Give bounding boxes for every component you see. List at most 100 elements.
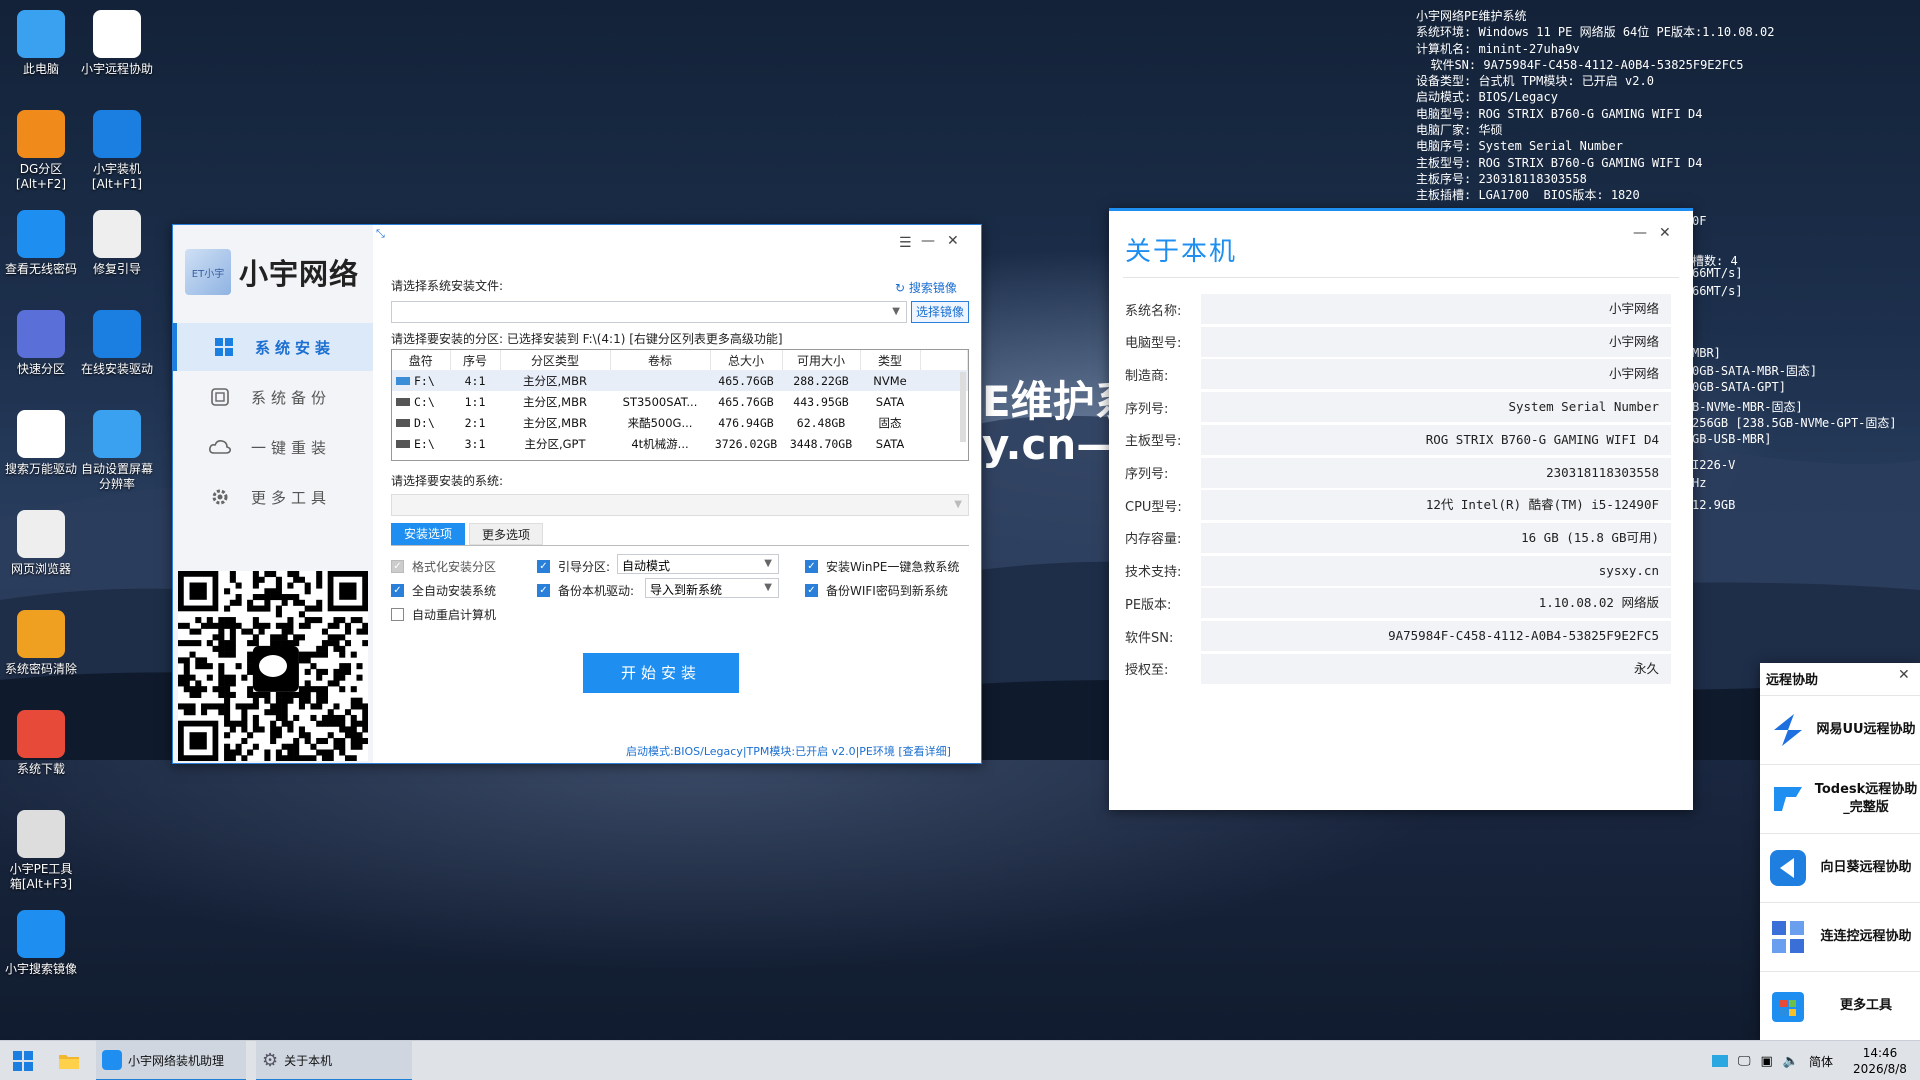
desktop-icon-universal-driver[interactable]: 搜索万能驱动 [0, 410, 82, 477]
column-header[interactable]: 盘符 [392, 350, 451, 370]
search-image-link[interactable]: ↻ 搜索镜像 [895, 279, 957, 296]
installer-app-icon [102, 1050, 122, 1070]
desktop-icon-installer[interactable]: 小宇装机 [Alt+F1] [76, 110, 158, 192]
nav-one-click-reinstall[interactable]: 一键重装 [173, 423, 373, 471]
windows-icon [213, 336, 235, 358]
remote-item-label: 更多工具 [1839, 997, 1892, 1013]
remote-item-todesk[interactable]: Todesk远程协助_完整版 [1760, 764, 1920, 832]
close-button[interactable]: ✕ [1659, 225, 1671, 241]
table-row[interactable]: F:\ 4:1 主分区,MBR 465.76GB 288.22GB NVMe [392, 370, 968, 391]
column-header[interactable]: 卷标 [610, 350, 711, 370]
tab-more-options[interactable]: 更多选项 [469, 523, 543, 545]
ime-indicator[interactable]: 简体 [1809, 1053, 1833, 1070]
table-cell: 主分区,MBR [523, 394, 587, 409]
volume-icon[interactable]: 🔈 [1783, 1054, 1799, 1069]
remote-item-netease-uu[interactable]: 网易UU远程协助 [1760, 695, 1920, 763]
column-header[interactable]: 总大小 [710, 350, 783, 370]
nav-more-tools[interactable]: 更多工具 [173, 473, 373, 521]
display-icon[interactable]: ▣ [1761, 1054, 1773, 1069]
clock-date: 2026/8/8 [1853, 1062, 1907, 1076]
desktop-icon-pe-toolbox[interactable]: 小宇PE工具 箱[Alt+F3] [0, 810, 82, 892]
select-image-button[interactable]: 选择镜像 [911, 301, 969, 323]
menu-icon[interactable]: ☰ [899, 235, 912, 251]
desktop-icon-wifi-password[interactable]: 查看无线密码 [0, 210, 82, 277]
device-icon[interactable]: 🖵 [1738, 1054, 1751, 1069]
desktop-icon-system-download[interactable]: 系统下载 [0, 710, 82, 777]
table-cell: F:\ [392, 370, 450, 391]
desktop-icon-web-browser[interactable]: 网页浏览器 [0, 510, 82, 577]
driver-import-select[interactable]: 导入到新系统 ▼ [645, 578, 779, 598]
sysinfo-line: 启动模式: BIOS/Legacy [1416, 90, 1558, 105]
windows-start-icon [13, 1051, 33, 1071]
table-cell: 固态 [878, 415, 902, 430]
install-winpe-checkbox[interactable]: ✓ 安装WinPE一键急救系统 [805, 558, 959, 575]
column-header[interactable]: 序号 [450, 350, 501, 370]
netease-uu-icon [1764, 706, 1812, 754]
desktop-icon-label: 系统下载 [16, 762, 65, 776]
auto-install-checkbox[interactable]: ✓ 全自动安装系统 [391, 582, 496, 599]
wifi-password-icon [17, 210, 65, 258]
remote-item-lianlian[interactable]: 连连控远程协助 [1760, 902, 1920, 970]
table-cell: SATA [875, 394, 905, 409]
about-value: System Serial Number [1201, 392, 1671, 423]
boot-mode-select[interactable]: 自动模式 ▼ [617, 554, 779, 574]
file-explorer-button[interactable] [52, 1041, 86, 1080]
remote-item-more-tools[interactable]: 更多工具 [1760, 971, 1920, 1039]
start-install-button[interactable]: 开始安装 [583, 653, 739, 693]
desktop-icon-boot-repair[interactable]: 修复引导 [76, 210, 158, 277]
taskbar-app-about[interactable]: ⚙ 关于本机 [256, 1041, 412, 1080]
expand-icon[interactable]: ⤡ [376, 227, 385, 241]
about-row: 软件SN: 9A75984F-C458-4112-A0B4-53825F9E2FC… [1125, 620, 1671, 652]
taskbar-app-installer[interactable]: 小宇网络装机助理 [96, 1041, 246, 1080]
nav-system-backup[interactable]: 系统备份 [173, 373, 373, 421]
tab-install-options[interactable]: 安装选项 [391, 523, 465, 545]
column-header[interactable]: 分区类型 [500, 350, 611, 370]
backup-driver-checkbox[interactable]: ✓ [537, 584, 550, 597]
sysinfo-line: 设备类型: 台式机 TPM模块: 已开启 v2.0 [1416, 74, 1654, 89]
table-cell: 465.76GB [718, 394, 774, 409]
desktop-icon-quick-partition[interactable]: 快速分区 [0, 310, 82, 377]
boot-partition-checkbox[interactable]: ✓ [537, 560, 550, 573]
desktop-icon-label: 查看无线密码 [4, 262, 77, 276]
about-key: 软件SN: [1125, 630, 1174, 646]
clock[interactable]: 14:46 2026/8/8 [1848, 1045, 1912, 1077]
desktop-icon-dg-partition[interactable]: DG分区 [Alt+F2] [0, 110, 82, 192]
desktop-icon-online-driver[interactable]: 在线安装驱动 [76, 310, 158, 377]
backup-wifi-checkbox[interactable]: ✓ 备份WIFI密码到新系统 [805, 582, 948, 599]
status-bar[interactable]: 启动模式:BIOS/Legacy|TPM模块:已开启 v2.0|PE环境 [查看… [626, 743, 951, 759]
desktop-icon-password-clear[interactable]: 系统密码清除 [0, 610, 82, 677]
partition-table[interactable]: 盘符 序号 分区类型 卷标 总大小 可用大小 类型 F:\ 4:1 主分区,MBR 465.76G… [391, 349, 969, 461]
desktop-icon-search-image[interactable]: 小宇搜索镜像 [0, 910, 82, 977]
about-value: ROG STRIX B760-G GAMING WIFI D4 [1201, 424, 1671, 455]
minimize-button[interactable]: — [1633, 225, 1647, 241]
table-row[interactable]: C:\ 1:1 主分区,MBR ST3500SAT... 465.76GB 443.95G… [392, 391, 968, 412]
chevron-down-icon: ▼ [764, 558, 772, 569]
system-select[interactable]: ▼ [391, 494, 969, 516]
table-row[interactable]: D:\ 2:1 主分区,MBR 来酷500G... 476.94GB 62.48GB 固态 [392, 412, 968, 433]
desktop-icon-label: 自动设置屏幕 分辨率 [80, 462, 153, 491]
close-button[interactable]: ✕ [1898, 667, 1910, 683]
remote-item-sunflower[interactable]: 向日葵远程协助 [1760, 833, 1920, 901]
minimize-button[interactable]: — [921, 233, 935, 249]
table-row[interactable]: E:\ 3:1 主分区,GPT 4t机械游... 3726.02GB 3448.70GB S… [392, 433, 968, 454]
desktop-icon-label: 搜索万能驱动 [4, 462, 77, 476]
close-button[interactable]: ✕ [947, 233, 959, 249]
start-button[interactable] [6, 1041, 40, 1080]
quick-partition-icon [17, 310, 65, 358]
column-header[interactable]: 可用大小 [782, 350, 861, 370]
desktop-icon-screen-resolution[interactable]: 自动设置屏幕 分辨率 [76, 410, 158, 492]
table-cell: D:\ [392, 412, 450, 433]
about-value: 1.10.08.02 网络版 [1201, 588, 1671, 619]
desktop-icon-this-pc[interactable]: 此电脑 [0, 10, 82, 77]
network-icon[interactable] [1712, 1055, 1728, 1067]
scrollbar[interactable] [960, 372, 966, 442]
about-key: CPU型号: [1125, 499, 1182, 515]
column-header[interactable]: 类型 [860, 350, 921, 370]
image-file-select[interactable]: ▼ [391, 301, 907, 323]
sysinfo-fragment: I226-V [1692, 458, 1736, 472]
auto-reboot-checkbox[interactable]: 自动重启计算机 [391, 606, 496, 623]
desktop-icon-remote-assist[interactable]: 小宇远程协助 [76, 10, 158, 77]
nav-system-install[interactable]: 系统安装 [173, 323, 373, 371]
format-partition-checkbox[interactable]: ✓ 格式化安装分区 [391, 558, 496, 575]
about-value: 230318118303558 [1201, 457, 1671, 488]
